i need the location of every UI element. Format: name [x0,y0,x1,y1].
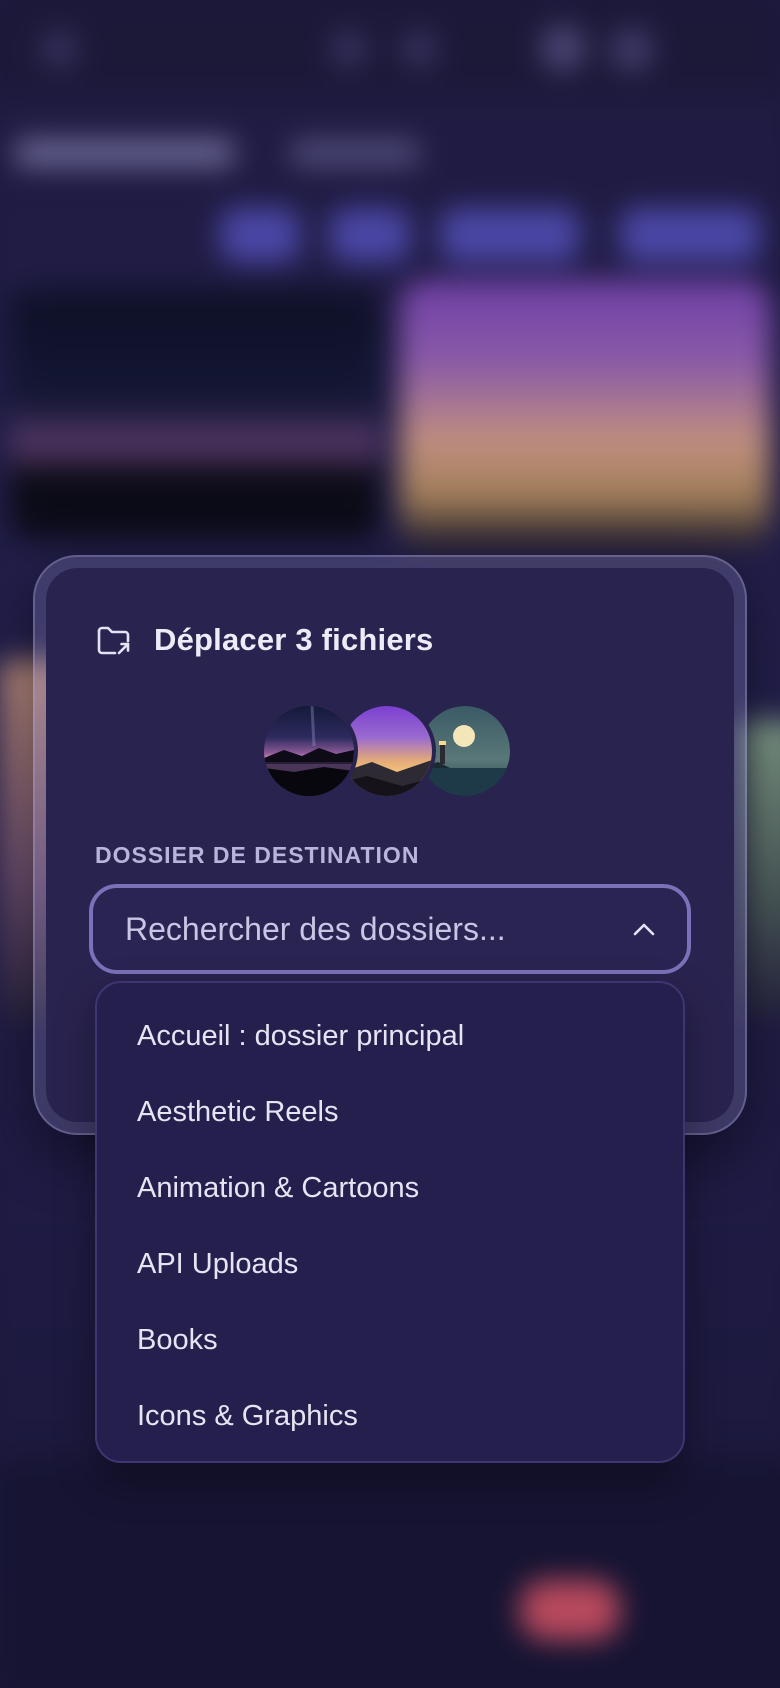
folder-search-combobox[interactable] [89,884,691,974]
folder-dropdown-list: Accueil : dossier principal Aesthetic Re… [95,981,685,1463]
bg-pill [620,208,760,262]
bg-menu-dot [40,30,78,68]
bg-pill [440,208,580,262]
bg-red-button [520,1580,620,1640]
bg-dot [540,25,586,71]
folder-option-accueil[interactable]: Accueil : dossier principal [97,998,683,1074]
folder-move-icon [96,623,132,657]
destination-folder-label: DOSSIER DE DESTINATION [95,842,420,868]
night-lake-thumbnail [260,702,358,800]
bg-dot [610,28,654,72]
folder-option-books[interactable]: Books [97,1302,683,1378]
bg-dot [330,30,368,68]
bg-pill [220,208,300,262]
bg-pill [330,208,410,262]
folder-option-api-uploads[interactable]: API Uploads [97,1226,683,1302]
file-thumbnails [260,702,520,800]
bg-subtitle [290,140,420,166]
bg-topbar [0,0,780,90]
bg-bottom-bar [0,1460,780,1688]
chevron-up-icon[interactable] [629,914,659,944]
bg-card-night [10,290,380,540]
folder-option-animation-cartoons[interactable]: Animation & Cartoons [97,1150,683,1226]
bg-title [15,140,235,166]
bg-dot [400,30,438,68]
bg-card-sunset [400,280,770,550]
folder-search-input[interactable] [125,910,629,948]
folder-option-icons-graphics[interactable]: Icons & Graphics [97,1378,683,1454]
modal-header: Déplacer 3 fichiers [96,620,434,660]
modal-title: Déplacer 3 fichiers [154,622,434,657]
folder-option-aesthetic-reels[interactable]: Aesthetic Reels [97,1074,683,1150]
